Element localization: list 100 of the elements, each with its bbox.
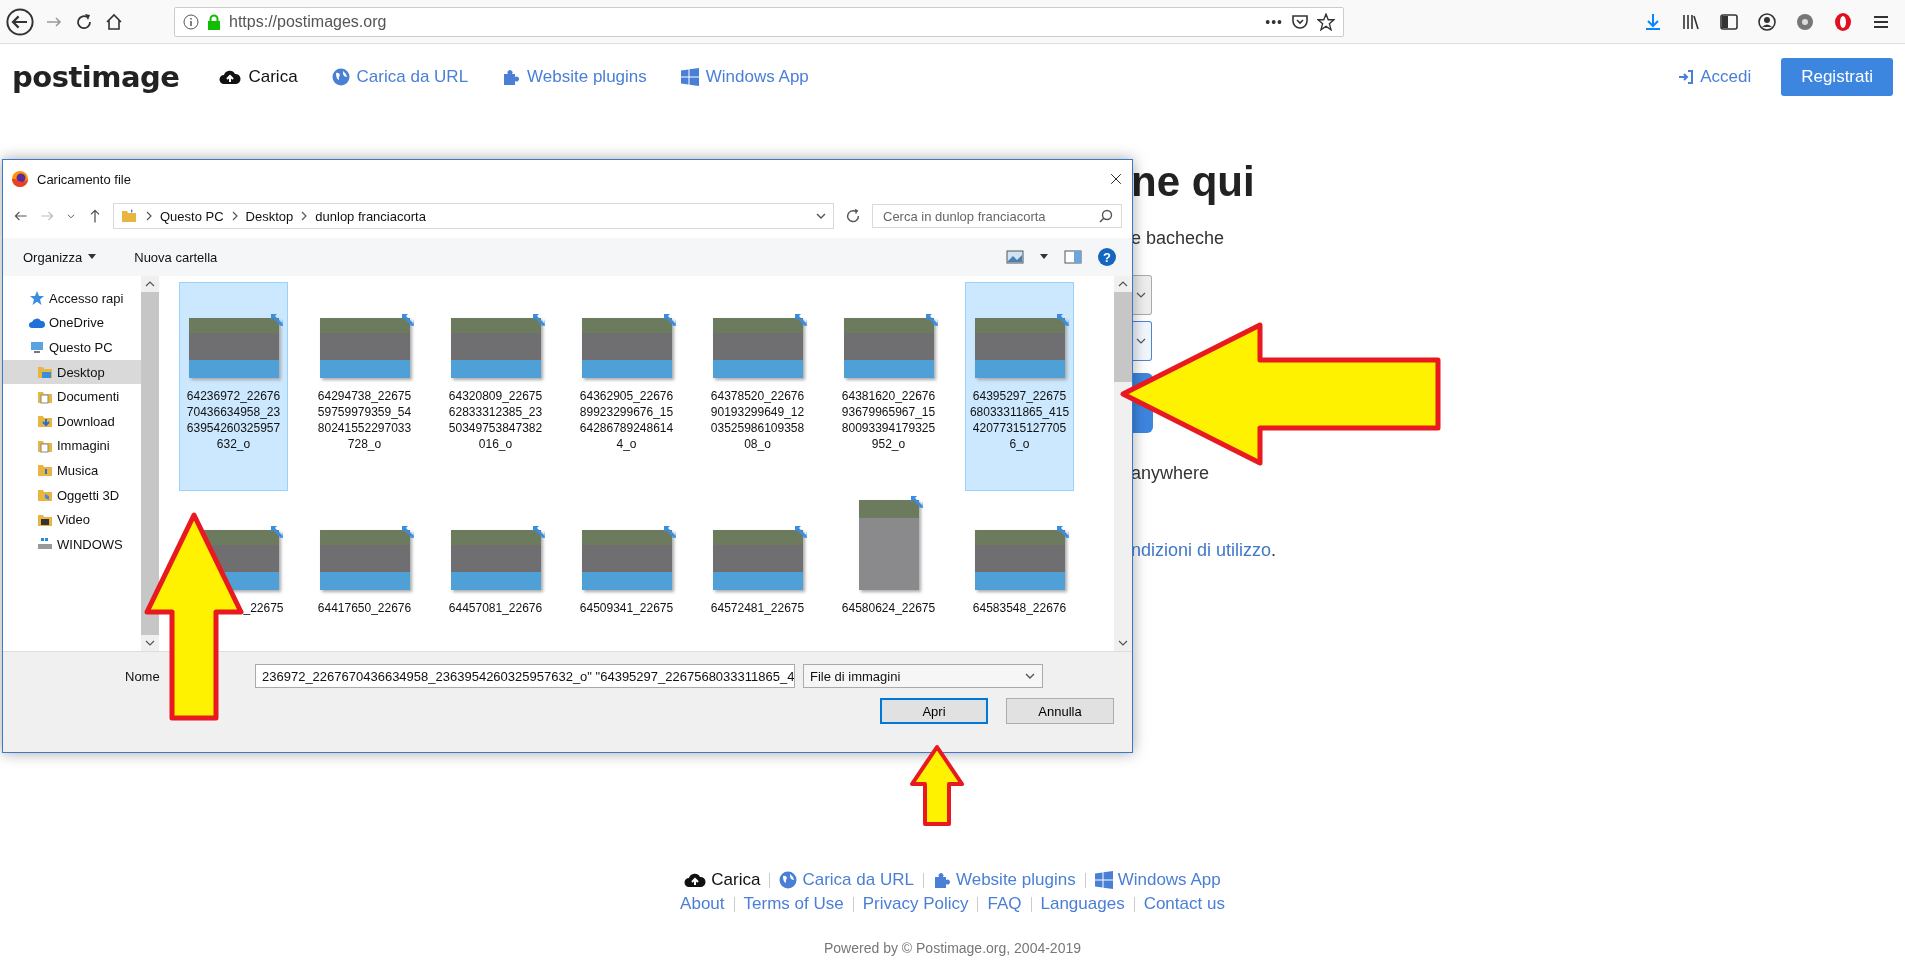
nav-pane-item[interactable]: Desktop <box>3 359 141 385</box>
scrollbar-thumb[interactable] <box>1114 292 1132 382</box>
puzzle-icon <box>502 68 521 86</box>
terms-link[interactable]: ndizioni di utilizzo <box>1131 540 1272 560</box>
breadcrumb-item[interactable]: dunlop franciacorta <box>315 208 426 224</box>
file-tile[interactable]: 64320809_2267562833312385_2350349753847382016_o <box>441 282 550 491</box>
back-icon[interactable] <box>6 7 34 36</box>
file-name: 64294738_2267559759979359_5480241552297033728_o <box>316 388 413 452</box>
sidebar-icon[interactable] <box>1719 11 1739 32</box>
nav-link[interactable]: Carica <box>219 67 298 87</box>
file-tile[interactable]: 64580624_22675 <box>834 497 943 637</box>
footer-link[interactable]: FAQ <box>987 894 1022 914</box>
nav-pane-item[interactable]: Immagini <box>3 433 141 459</box>
nav-pane-item[interactable]: Questo PC <box>3 335 141 360</box>
home-icon[interactable] <box>104 11 124 32</box>
footer-nav-link[interactable]: Website plugins <box>932 870 1076 890</box>
address-bar[interactable]: https://postimages.org ••• <box>174 6 1344 37</box>
close-icon[interactable] <box>1108 171 1124 187</box>
nav-pane-item[interactable]: Documenti <box>3 384 141 409</box>
open-button[interactable]: Apri <box>880 698 988 724</box>
caret-icon[interactable] <box>1040 254 1048 260</box>
scroll-up-icon[interactable] <box>145 281 155 287</box>
copyright-text: Powered by © Postimage.org, 2004-2019 <box>824 940 1081 956</box>
nav-pane-item[interactable]: Oggetti 3D <box>3 482 141 508</box>
computer-icon <box>29 339 45 356</box>
login-link[interactable]: Accedi <box>1678 67 1752 87</box>
cancel-button[interactable]: Annulla <box>1006 698 1114 724</box>
site-logo[interactable]: postimage <box>12 60 180 94</box>
scroll-up-icon[interactable] <box>1118 281 1128 287</box>
sign-in-icon <box>1678 69 1695 85</box>
refresh-icon[interactable] <box>844 207 862 225</box>
download-icon[interactable] <box>1643 11 1663 32</box>
footer-nav-link[interactable]: Windows App <box>1094 870 1221 890</box>
scrollbar[interactable] <box>1114 276 1132 651</box>
nav-pane-item[interactable]: Video <box>3 507 141 532</box>
footer-link[interactable]: Privacy Policy <box>862 894 969 914</box>
dialog-title: Caricamento file <box>37 171 132 187</box>
footer-nav-link[interactable]: Carica <box>684 870 761 890</box>
search-box[interactable]: Cerca in dunlop franciacorta <box>872 204 1122 228</box>
page-heading: ne qui <box>1131 158 1256 206</box>
file-tile[interactable]: 64236972_2267670436634958_2363954260325957632_o <box>179 282 288 491</box>
footer-link[interactable]: Contact us <box>1143 894 1225 914</box>
organize-menu[interactable]: Organizza <box>19 247 101 267</box>
breadcrumb-item[interactable]: Questo PC <box>160 208 224 224</box>
footer-link[interactable]: Terms of Use <box>743 894 844 914</box>
file-tile[interactable]: 64362905_2267689923299676_15642867892486144_o <box>572 282 681 491</box>
scroll-down-icon[interactable] <box>145 640 155 646</box>
star-icon <box>29 290 45 307</box>
nav-link[interactable]: Website plugins <box>502 67 647 87</box>
file-name-field[interactable]: 236972_2267670436634958_2363954260325957632_o" "64395297_2267568033311865_4 <box>255 664 795 688</box>
view-mode-icon[interactable] <box>1006 250 1024 264</box>
footer-nav-link[interactable]: Carica da URL <box>779 870 914 890</box>
file-tile[interactable]: 64509341_22675 <box>572 497 681 637</box>
nav-pane-item[interactable]: Musica <box>3 458 141 483</box>
file-name: 64583548_22676 <box>971 600 1068 616</box>
breadcrumb-item[interactable]: Desktop <box>245 208 294 224</box>
preview-pane-icon[interactable] <box>1064 250 1082 264</box>
breadcrumb-bar[interactable]: Questo PC Desktop dunlop franciacorta <box>113 203 834 229</box>
shield-icon[interactable] <box>1291 12 1309 31</box>
chevron-right-icon <box>231 211 238 221</box>
file-tile[interactable]: 64294738_2267559759979359_5480241552297033728_o <box>310 282 419 491</box>
chevron-right-icon <box>146 211 152 221</box>
file-tile[interactable]: 64583548_22676 <box>965 497 1074 637</box>
nav-pane-item[interactable]: OneDrive <box>3 310 141 336</box>
terms-text: ndizioni di utilizzo. <box>1131 540 1278 561</box>
nav-pane-item[interactable]: Accesso rapi <box>3 286 141 311</box>
nav-link[interactable]: Carica da URL <box>331 67 469 87</box>
file-tile[interactable]: 64457081_22676 <box>441 497 550 637</box>
help-button[interactable]: ? <box>1098 248 1116 266</box>
chevron-right-icon <box>301 211 308 221</box>
search-icon <box>1099 209 1113 223</box>
file-tile[interactable]: 64395297_2267568033311865_415420773151277056_o <box>965 282 1074 491</box>
register-button[interactable]: Registrati <box>1781 58 1893 96</box>
lock-icon <box>207 13 221 30</box>
scroll-down-icon[interactable] <box>1118 640 1128 646</box>
shortcut-arrow-icon <box>400 525 415 539</box>
file-type-dropdown[interactable]: File di immagini <box>803 664 1043 688</box>
file-name: 64378520_2267690193299649_120352598610935808_o <box>709 388 806 452</box>
nav-pane-item[interactable]: WINDOWS <box>3 531 141 557</box>
nav-link[interactable]: Windows App <box>680 67 809 87</box>
file-name: 64381620_2267693679965967_1580093394179325952_o <box>840 388 937 452</box>
shortcut-arrow-icon <box>531 525 546 539</box>
account-icon[interactable] <box>1757 11 1777 32</box>
file-tile[interactable]: 64381620_2267693679965967_1580093394179325952_o <box>834 282 943 491</box>
file-tile[interactable]: 64572481_22675 <box>703 497 812 637</box>
new-folder-button[interactable]: Nuova cartella <box>130 247 222 267</box>
cloud-upload-icon <box>219 69 242 85</box>
footer-link[interactable]: About <box>680 894 725 914</box>
bookmark-star-icon[interactable] <box>1317 12 1335 31</box>
file-name: 64509341_22675 <box>578 600 675 616</box>
file-tile[interactable]: 64378520_2267690193299649_120352598610935808_o <box>703 282 812 491</box>
nav-pane-item[interactable]: Download <box>3 408 141 434</box>
page-actions-menu[interactable]: ••• <box>1265 13 1283 30</box>
reload-icon[interactable] <box>74 11 94 32</box>
dropdown-edge[interactable] <box>1131 321 1152 361</box>
dropdown-edge[interactable] <box>1131 275 1152 315</box>
url-text: https://postimages.org <box>229 12 388 31</box>
shortcut-arrow-icon <box>400 313 415 327</box>
footer-link[interactable]: Languages <box>1040 894 1125 914</box>
file-tile[interactable]: 64417650_22676 <box>310 497 419 637</box>
